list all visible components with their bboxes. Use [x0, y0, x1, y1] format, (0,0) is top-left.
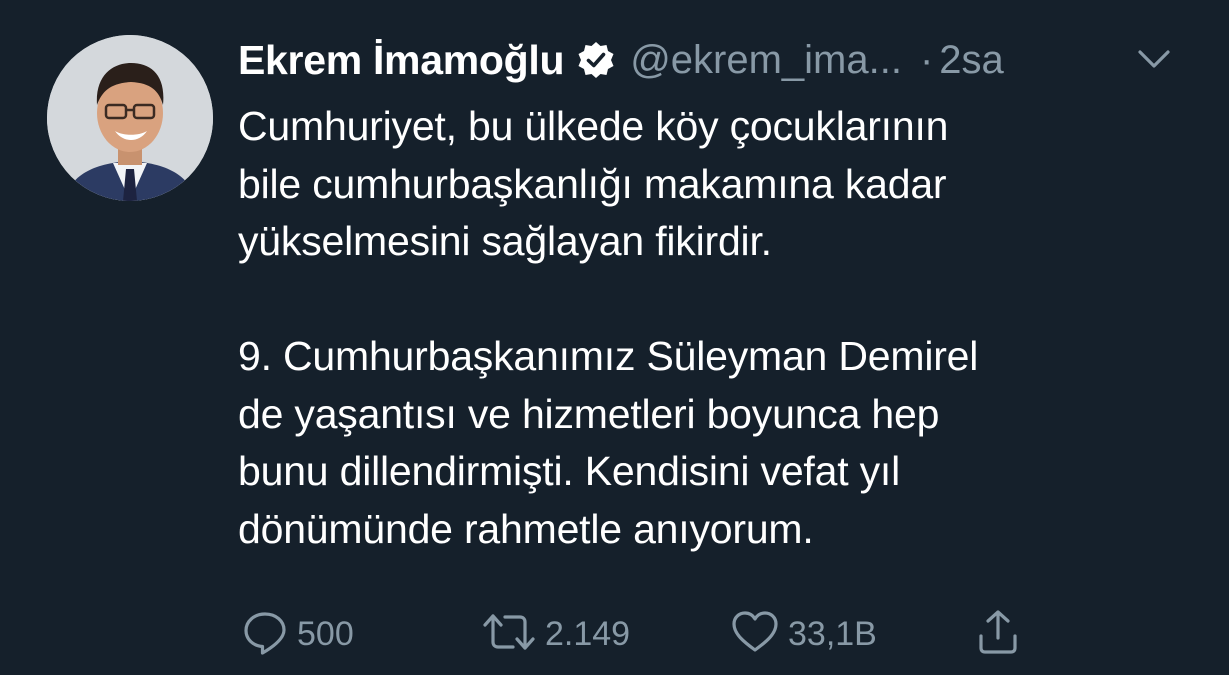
share-button[interactable]: [974, 608, 1022, 660]
retweet-button[interactable]: 2.149: [481, 608, 630, 660]
tweet-actions: 500 2.149 33,1B: [238, 608, 1138, 660]
author-display-name[interactable]: Ekrem İmamoğlu: [238, 37, 564, 84]
tweet-text: Cumhuriyet, bu ülkede köy çocuklarının b…: [238, 103, 979, 552]
reply-icon: [241, 608, 289, 661]
verified-badge-icon: [576, 40, 616, 80]
like-button[interactable]: 33,1B: [730, 608, 877, 660]
avatar[interactable]: [47, 35, 213, 201]
profile-photo-icon: [47, 35, 213, 201]
heart-icon: [730, 608, 780, 661]
share-icon: [974, 608, 1022, 661]
like-count: 33,1B: [788, 614, 877, 653]
chevron-down-icon[interactable]: [1136, 44, 1172, 74]
retweet-icon: [481, 608, 537, 661]
author-handle[interactable]: @ekrem_ima...: [630, 38, 902, 83]
separator-dot: ·: [919, 37, 934, 82]
reply-button[interactable]: 500: [241, 608, 354, 660]
tweet-header: Ekrem İmamoğlu @ekrem_ima... · 2sa: [238, 34, 1004, 86]
retweet-count: 2.149: [545, 614, 631, 653]
tweet-timestamp[interactable]: 2sa: [939, 38, 1004, 83]
tweet[interactable]: Ekrem İmamoğlu @ekrem_ima... · 2sa Cumhu…: [0, 0, 1229, 675]
reply-count: 500: [297, 614, 354, 653]
